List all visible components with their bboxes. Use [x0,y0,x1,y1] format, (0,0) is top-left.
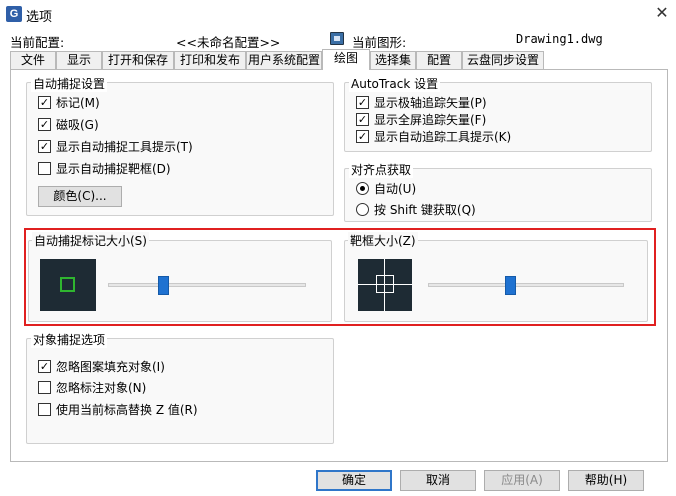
apply-button[interactable]: 应用(A) [484,470,560,491]
colors-button[interactable]: 颜色(C)... [38,186,122,207]
ignore-dimension-checkbox[interactable] [38,381,51,394]
autotrack-tooltip-label: 显示自动追踪工具提示(K) [374,130,512,144]
marker-size-slider-track[interactable] [108,283,306,287]
title-bar [0,0,676,28]
object-snap-options-title: 对象捕捉选项 [31,331,108,348]
aperture-size-preview [358,259,412,311]
polar-vector-checkbox[interactable]: ✓ [356,96,369,109]
marker-size-title: 自动捕捉标记大小(S) [32,232,149,249]
cancel-button[interactable]: 取消 [400,470,476,491]
tab-user-preferences[interactable]: 用户系统配置 [246,51,322,69]
snap-marker-square-icon [60,277,75,292]
autosnap-aperture-label: 显示自动捕捉靶框(D) [56,162,171,176]
replace-z-label: 使用当前标高替换 Z 值(R) [56,403,198,417]
autotrack-tooltip-checkbox[interactable]: ✓ [356,130,369,143]
auto-radio-label: 自动(U) [374,182,417,196]
autosnap-tooltip-label: 显示自动捕捉工具提示(T) [56,140,193,154]
ignore-hatch-label: 忽略图案填充对象(I) [56,360,165,374]
tab-cloud-sync[interactable]: 云盘同步设置 [462,51,544,69]
ignore-dimension-label: 忽略标注对象(N) [56,381,147,395]
tab-open-save[interactable]: 打开和保存 [102,51,174,69]
marker-checkbox[interactable]: ✓ [38,96,51,109]
marker-label: 标记(M) [56,96,100,110]
aperture-size-slider-track[interactable] [428,283,624,287]
ok-button[interactable]: 确定 [316,470,392,491]
alignment-acquisition-title: 对齐点获取 [349,161,414,178]
tab-profiles[interactable]: 配置 [416,51,462,69]
magnet-checkbox[interactable]: ✓ [38,118,51,131]
autosnap-aperture-checkbox[interactable] [38,162,51,175]
tab-display[interactable]: 显示 [56,51,102,69]
fullscreen-vector-checkbox[interactable]: ✓ [356,113,369,126]
autosnap-settings-title: 自动捕捉设置 [31,75,108,92]
aperture-size-title: 靶框大小(Z) [348,232,418,249]
auto-radio[interactable] [356,182,369,195]
magnet-label: 磁吸(G) [56,118,99,132]
polar-vector-label: 显示极轴追踪矢量(P) [374,96,487,110]
app-logo-icon: G [6,6,22,22]
autosnap-tooltip-checkbox[interactable]: ✓ [38,140,51,153]
current-profile-label: 当前配置: [10,35,65,50]
window-title: 选项 [26,10,53,25]
aperture-box-icon [376,275,394,293]
current-drawing-value: Drawing1.dwg [516,32,603,46]
tab-files[interactable]: 文件 [10,51,56,69]
tab-plot-publish[interactable]: 打印和发布 [174,51,246,69]
help-button[interactable]: 帮助(H) [568,470,644,491]
aperture-size-slider-thumb[interactable] [505,276,516,295]
current-profile-value: <<未命名配置>> [176,35,281,50]
shift-acquire-radio[interactable] [356,203,369,216]
replace-z-checkbox[interactable] [38,403,51,416]
marker-size-preview [40,259,96,311]
tab-drafting[interactable]: 绘图 [322,49,370,70]
shift-acquire-label: 按 Shift 键获取(Q) [374,203,476,217]
autotrack-settings-title: AutoTrack 设置 [349,75,441,92]
drawing-file-icon [330,32,344,45]
marker-size-slider-thumb[interactable] [158,276,169,295]
close-icon[interactable]: ✕ [652,3,672,23]
fullscreen-vector-label: 显示全屏追踪矢量(F) [374,113,487,127]
tab-selection[interactable]: 选择集 [370,51,416,69]
ignore-hatch-checkbox[interactable]: ✓ [38,360,51,373]
